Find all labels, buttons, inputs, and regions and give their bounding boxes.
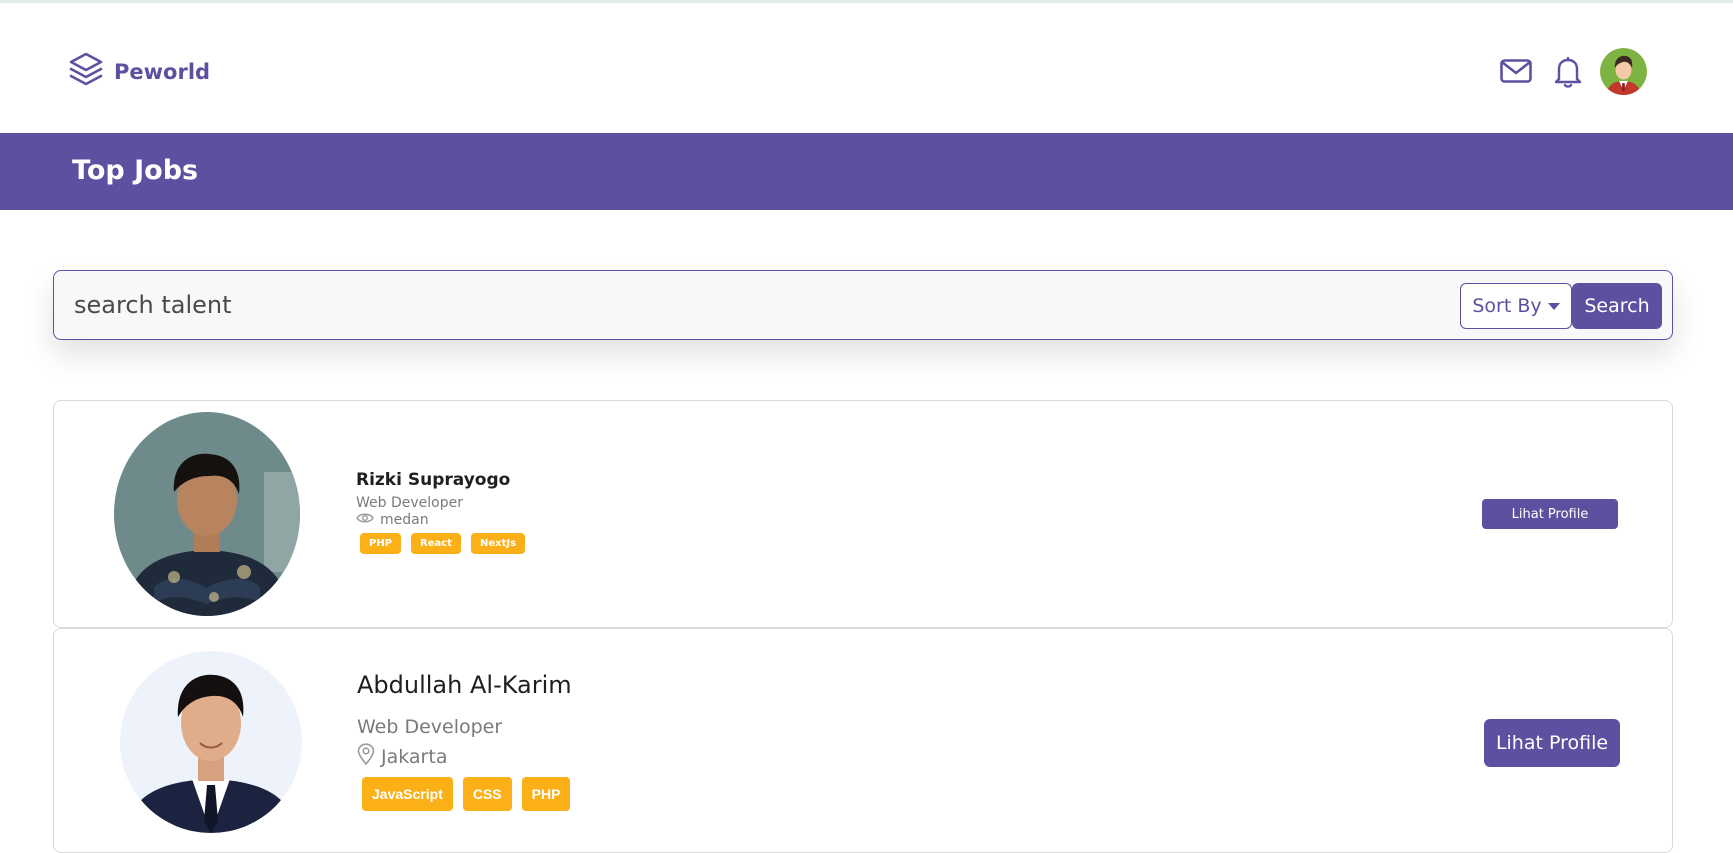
skill-badge: NextJs [470,533,526,554]
location-text: Jakarta [381,745,448,768]
user-avatar[interactable] [1600,48,1647,95]
navbar: Peworld [0,3,1733,133]
sort-by-label: Sort By [1472,295,1542,317]
page-title: Top Jobs [72,155,199,186]
search-button[interactable]: Search [1572,283,1662,329]
talent-role: Web Developer [356,495,463,511]
talent-location: medan [356,512,429,528]
search-bar: Sort By Search [53,270,1673,340]
view-profile-button[interactable]: Lihat Profile [1482,499,1618,529]
skill-badge: React [411,533,461,554]
sort-by-dropdown[interactable]: Sort By [1460,283,1572,329]
view-profile-button[interactable]: Lihat Profile [1484,719,1620,767]
mail-icon[interactable] [1500,59,1532,88]
talent-name: Abdullah Al-Karim [357,671,572,699]
skill-badge: PHP [521,777,571,811]
bell-icon[interactable] [1554,56,1582,93]
talent-location: Jakarta [357,743,447,770]
talent-card: Rizki Suprayogo Web Developer medan PHP … [53,400,1673,628]
skill-list: PHP React NextJs [360,533,526,554]
skill-badge: PHP [360,533,402,554]
talent-name: Rizki Suprayogo [356,470,511,490]
map-pin-icon [357,743,375,770]
skill-badge: JavaScript [362,777,453,811]
eye-icon [356,512,374,528]
skill-badge: CSS [462,777,512,811]
page-banner: Top Jobs [0,133,1733,210]
brand-logo[interactable]: Peworld [68,51,210,92]
caret-down-icon [1547,302,1560,310]
talent-photo [114,412,300,616]
talent-role: Web Developer [357,716,503,738]
talent-card: Abdullah Al-Karim Web Developer Jakarta … [53,628,1673,853]
layers-icon [68,51,104,92]
talent-photo [120,651,302,833]
skill-list: JavaScript CSS PHP [362,777,571,811]
brand-name: Peworld [114,59,211,84]
search-input[interactable] [74,289,1274,321]
location-text: medan [380,512,429,528]
